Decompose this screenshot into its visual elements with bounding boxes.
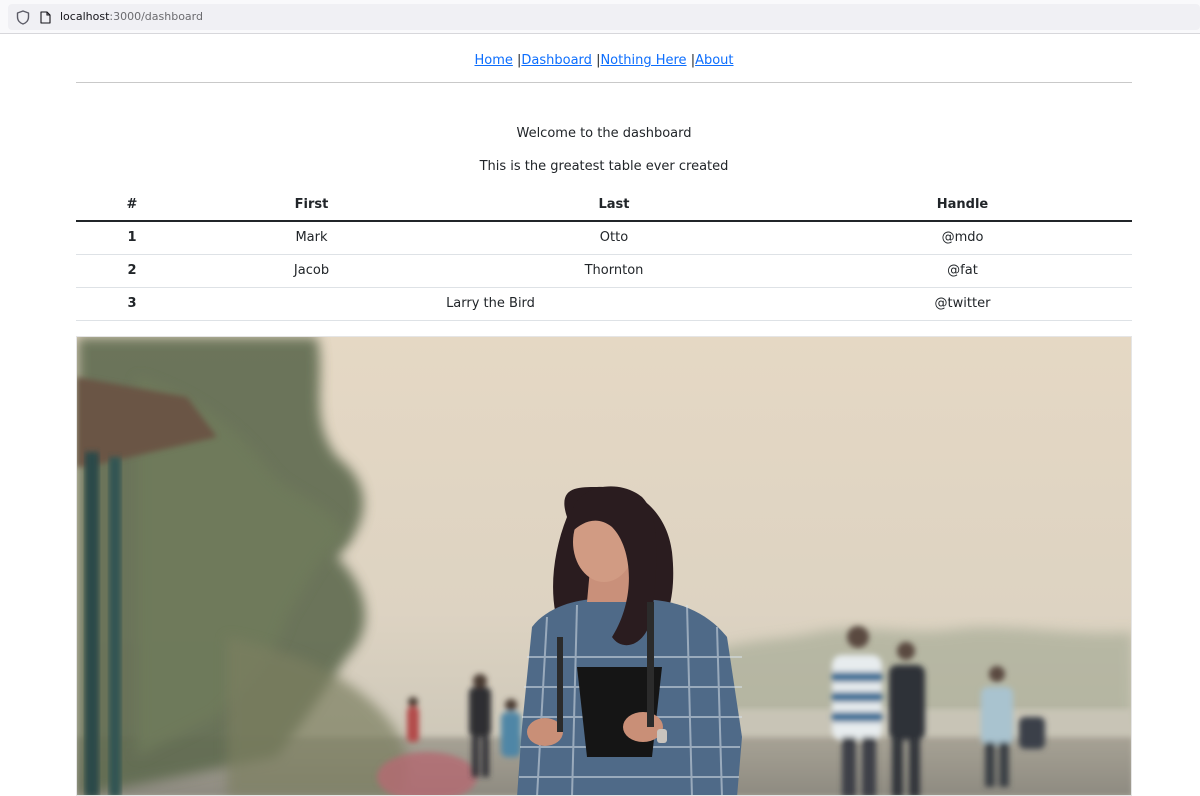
url-path: :3000/dashboard — [109, 10, 203, 23]
cell-first: Mark — [188, 221, 435, 255]
cell-first-last: Larry the Bird — [188, 287, 793, 321]
page-icon[interactable] — [40, 11, 51, 24]
browser-toolbar: localhost:3000/dashboard — [0, 0, 1200, 34]
hero-photo — [76, 336, 1132, 796]
row-index: 1 — [76, 221, 188, 255]
cell-last: Otto — [435, 221, 793, 255]
divider — [76, 82, 1132, 83]
row-index: 3 — [76, 287, 188, 321]
table-row: 2 Jacob Thornton @fat — [76, 254, 1132, 288]
column-header-last: Last — [435, 188, 793, 222]
nav-link-about[interactable]: About — [695, 53, 733, 68]
nav-link-dashboard[interactable]: Dashboard — [521, 53, 592, 68]
table-row: 3 Larry the Bird @twitter — [76, 287, 1132, 321]
cell-handle: @twitter — [793, 287, 1132, 321]
data-table: # First Last Handle 1 Mark Otto @mdo 2 J… — [76, 188, 1132, 321]
table-caption: This is the greatest table ever created — [479, 159, 729, 174]
photo-illustration — [77, 337, 1131, 795]
cell-first: Jacob — [188, 254, 435, 288]
shield-icon[interactable] — [16, 10, 30, 25]
nav-link-home[interactable]: Home — [474, 53, 512, 68]
row-index: 2 — [76, 254, 188, 288]
cell-last: Thornton — [435, 254, 793, 288]
cell-handle: @fat — [793, 254, 1132, 288]
url-host: localhost — [60, 10, 110, 23]
table-row: 1 Mark Otto @mdo — [76, 221, 1132, 255]
column-header-first: First — [188, 188, 435, 222]
cell-handle: @mdo — [793, 221, 1132, 255]
column-header-handle: Handle — [793, 188, 1132, 222]
welcome-text: Welcome to the dashboard — [516, 126, 692, 141]
column-header-index: # — [76, 188, 188, 222]
url-text[interactable]: localhost:3000/dashboard — [60, 10, 203, 24]
nav-link-nothing-here[interactable]: Nothing Here — [600, 53, 686, 68]
top-nav: Home |Dashboard |Nothing Here |About — [76, 51, 1132, 71]
table-header-row: # First Last Handle — [76, 188, 1132, 222]
